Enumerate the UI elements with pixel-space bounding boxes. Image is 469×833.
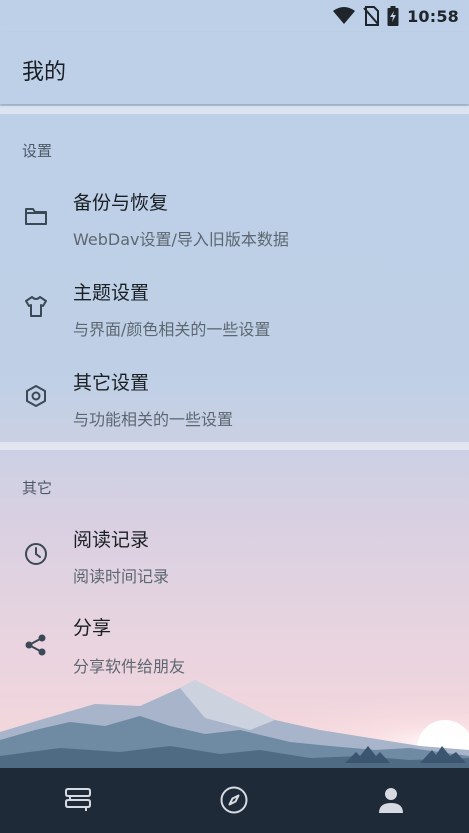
- wifi-icon: [333, 7, 356, 25]
- status-icons: 10:58: [333, 4, 459, 28]
- list-item-subtitle: 与功能相关的一些设置: [73, 410, 234, 429]
- compass-icon: [219, 785, 249, 815]
- list-item-theme-settings[interactable]: 主题设置 与界面/颜色相关的一些设置: [0, 264, 469, 352]
- app-header: 我的: [0, 32, 469, 104]
- battery-charging-icon: [387, 6, 399, 26]
- share-icon: [22, 631, 50, 659]
- status-time: 10:58: [407, 6, 459, 26]
- section-title-settings: 设置: [22, 142, 53, 160]
- bookshelf-icon: [62, 786, 94, 814]
- status-bar: 10:58: [0, 0, 469, 32]
- page-title: 我的: [22, 60, 67, 85]
- section-divider: [0, 106, 469, 114]
- section-title-other: 其它: [22, 479, 53, 497]
- nav-discover[interactable]: [216, 782, 252, 818]
- no-sim-icon: [363, 6, 380, 26]
- list-item-share[interactable]: 分享 分享软件给朋友: [0, 601, 469, 689]
- bottom-navigation: [0, 768, 469, 833]
- nav-profile[interactable]: [373, 782, 409, 818]
- list-item-title: 备份与恢复: [73, 192, 169, 214]
- list-item-title: 主题设置: [73, 282, 150, 304]
- list-item-title: 其它设置: [73, 372, 150, 394]
- list-item-subtitle: 分享软件给朋友: [73, 657, 186, 676]
- list-item-other-settings[interactable]: 其它设置 与功能相关的一些设置: [0, 354, 469, 442]
- hexagon-settings-icon: [22, 382, 50, 410]
- list-item-subtitle: WebDav设置/导入旧版本数据: [73, 230, 289, 249]
- list-item-title: 阅读记录: [73, 529, 150, 551]
- clock-icon: [22, 540, 50, 568]
- nav-bookshelf[interactable]: [60, 782, 96, 818]
- tshirt-icon: [22, 292, 50, 320]
- list-item-subtitle: 阅读时间记录: [73, 567, 170, 586]
- list-item-subtitle: 与界面/颜色相关的一些设置: [73, 320, 271, 339]
- list-item-backup-restore[interactable]: 备份与恢复 WebDav设置/导入旧版本数据: [0, 174, 469, 262]
- list-item-reading-history[interactable]: 阅读记录 阅读时间记录: [0, 511, 469, 599]
- list-item-title: 分享: [73, 617, 112, 639]
- folder-icon: [22, 202, 50, 230]
- section-divider: [0, 442, 469, 450]
- person-icon: [376, 785, 406, 815]
